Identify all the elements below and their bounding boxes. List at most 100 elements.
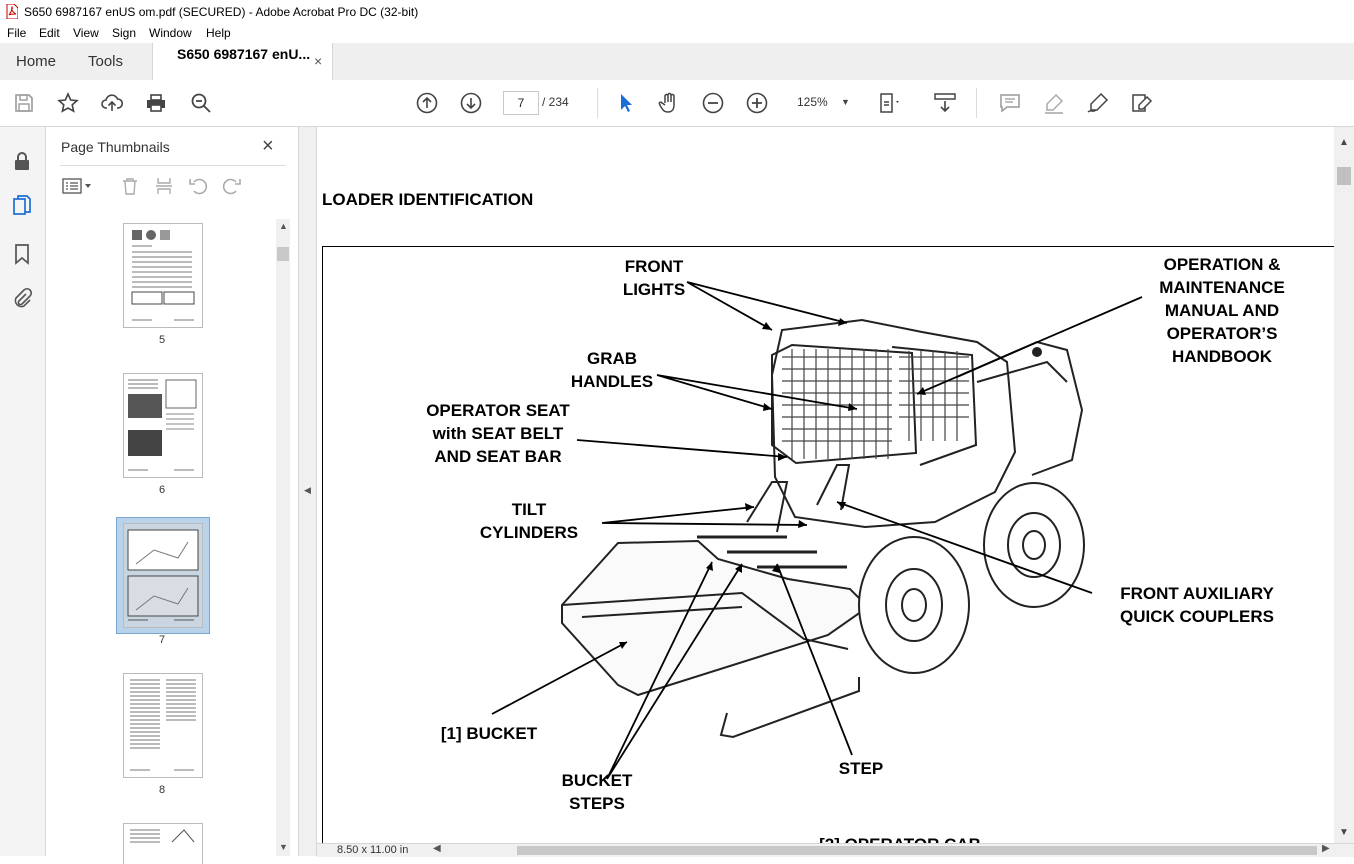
star-icon[interactable] (56, 91, 80, 115)
zoom-select[interactable]: 125% ▼ (787, 91, 853, 113)
scroll-thumb[interactable] (1337, 167, 1351, 185)
extract-icon[interactable] (154, 176, 174, 199)
thumbnail-label: 7 (158, 634, 166, 646)
thumbnail-page[interactable] (123, 673, 203, 778)
label-line: BUCKET (561, 771, 633, 790)
label-line: FRONT (624, 257, 684, 276)
page-total: / 234 (542, 95, 569, 109)
label-line: with SEAT BELT (432, 424, 564, 443)
window-title: S650 6987167 enUS om.pdf (SECURED) - Ado… (24, 5, 419, 19)
label-bucket-steps: BUCKET STEPS (553, 769, 641, 815)
label-grab-handles: GRAB HANDLES (557, 347, 667, 393)
fit-page-icon[interactable] (877, 91, 901, 115)
label-line: AND SEAT BAR (434, 447, 562, 466)
label-line: QUICK COUPLERS (1120, 607, 1274, 626)
page-size: 8.50 x 11.00 in (337, 844, 409, 856)
tab-tools[interactable]: Tools (88, 43, 123, 80)
thumbnail-toolbar (60, 165, 286, 202)
menu-sign[interactable]: Sign (112, 26, 136, 40)
highlight-icon[interactable] (1042, 91, 1066, 115)
scroll-left-icon[interactable]: ◀ (433, 843, 441, 854)
label-line: LIGHTS (622, 280, 686, 299)
scroll-up-icon[interactable]: ▲ (1339, 137, 1349, 148)
thumbnail-label: 5 (158, 334, 166, 346)
upload-icon[interactable] (100, 91, 124, 115)
label-operator-seat: OPERATOR SEAT with SEAT BELT AND SEAT BA… (412, 399, 584, 468)
thumbnail-page[interactable] (123, 823, 203, 864)
thumbnail-scrollbar[interactable]: ▲ ▼ (276, 219, 290, 856)
label-line: OPERATION & (1163, 255, 1281, 274)
status-bar: 8.50 x 11.00 in ◀ ▶ (317, 843, 1354, 857)
label-line: TILT (511, 500, 547, 519)
search-zoom-icon[interactable] (189, 91, 213, 115)
menu-window[interactable]: Window (149, 26, 192, 40)
scroll-down-icon[interactable]: ▼ (1339, 827, 1349, 838)
thumbnail-label: 6 (158, 484, 166, 496)
zoom-in-icon[interactable] (745, 91, 769, 115)
rotate-right-icon[interactable] (222, 176, 242, 199)
lock-icon[interactable] (10, 149, 34, 173)
menu-view[interactable]: View (73, 26, 99, 40)
label-line: GRAB (586, 349, 638, 368)
collapse-arrow-icon[interactable]: ◀ (304, 485, 311, 496)
tab-bar: Home Tools S650 6987167 enU... × (0, 43, 1354, 81)
tab-home[interactable]: Home (16, 43, 56, 80)
toolbar-divider (597, 88, 598, 118)
options-menu-icon[interactable] (62, 178, 94, 197)
label-line: MANUAL AND (1164, 301, 1280, 320)
delete-icon[interactable] (120, 176, 140, 199)
panel-splitter[interactable]: ◀ (299, 127, 317, 856)
thumbnail-page[interactable] (123, 373, 203, 478)
next-page-icon[interactable] (459, 91, 483, 115)
document-view[interactable]: LOADER IDENTIFICATION FRONT LIGHTS OPERA… (317, 127, 1334, 843)
fill-sign-icon[interactable] (1130, 91, 1154, 115)
label-line: MAINTENANCE (1159, 278, 1285, 297)
scroll-thumb[interactable] (277, 247, 289, 261)
menu-help[interactable]: Help (206, 26, 231, 40)
left-rail (0, 127, 46, 856)
document-scrollbar[interactable]: ▲ ▼ (1334, 127, 1354, 843)
zoom-out-icon[interactable] (701, 91, 725, 115)
label-bucket: [1] BUCKET (440, 724, 538, 743)
scroll-mode-icon[interactable] (933, 91, 957, 115)
toolbar: 7 / 234 125% ▼ (0, 80, 1354, 127)
menu-edit[interactable]: Edit (39, 26, 60, 40)
tab-close-button[interactable]: × (314, 43, 322, 80)
label-front-aux-couplers: FRONT AUXILIARY QUICK COUPLERS (1102, 582, 1292, 628)
save-icon[interactable] (12, 91, 36, 115)
bookmark-icon[interactable] (10, 242, 34, 266)
toolbar-divider (976, 88, 977, 118)
label-manual: OPERATION & MAINTENANCE MANUAL AND OPERA… (1139, 253, 1305, 368)
comment-icon[interactable] (998, 91, 1022, 115)
page-number-input[interactable]: 7 (503, 91, 539, 115)
pdf-icon (6, 4, 18, 19)
label-line: HANDLES (570, 372, 654, 391)
scroll-right-icon[interactable]: ▶ (1322, 843, 1330, 854)
label-line: CYLINDERS (479, 523, 579, 542)
prev-page-icon[interactable] (415, 91, 439, 115)
scroll-down-icon[interactable]: ▼ (279, 842, 288, 852)
paperclip-icon[interactable] (10, 287, 34, 311)
tab-document[interactable]: S650 6987167 enU... × (152, 43, 333, 81)
scroll-up-icon[interactable]: ▲ (279, 221, 288, 231)
page-thumbnails-icon[interactable] (10, 194, 34, 218)
print-icon[interactable] (144, 91, 168, 115)
label-line: FRONT AUXILIARY (1120, 584, 1274, 603)
select-cursor-icon[interactable] (613, 91, 637, 115)
thumbnail-page[interactable] (123, 223, 203, 328)
zoom-value: 125% (797, 95, 828, 109)
menu-bar: File Edit View Sign Window Help (0, 24, 1354, 43)
menu-file[interactable]: File (7, 26, 26, 40)
label-front-lights: FRONT LIGHTS (610, 255, 698, 301)
label-line: STEPS (569, 794, 625, 813)
panel-title: Page Thumbnails (61, 139, 170, 155)
title-bar: S650 6987167 enUS om.pdf (SECURED) - Ado… (0, 0, 1354, 24)
tab-document-label: S650 6987167 enU... (177, 46, 311, 62)
sign-icon[interactable] (1086, 91, 1110, 115)
thumbnail-page-selected[interactable] (123, 523, 203, 628)
hand-icon[interactable] (657, 91, 681, 115)
panel-close-button[interactable]: × (262, 135, 274, 158)
thumbnails-panel: Page Thumbnails × 5 6 7 8 ▲ ▼ (46, 127, 299, 864)
horizontal-scroll-thumb[interactable] (517, 846, 1317, 855)
rotate-left-icon[interactable] (188, 176, 208, 199)
